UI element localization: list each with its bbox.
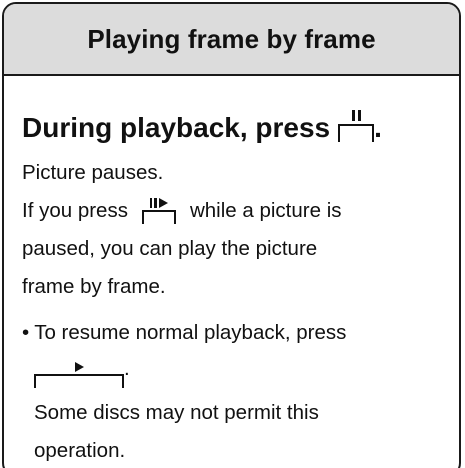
- button-outline: [141, 210, 176, 224]
- instruction-panel: Playing frame by frame During playback, …: [2, 2, 461, 468]
- button-outline: [34, 374, 124, 388]
- panel-title: Playing frame by frame: [87, 23, 376, 54]
- body-line-2-end: while a picture is: [189, 199, 342, 222]
- note-line-2: .: [22, 352, 459, 394]
- panel-content: During playback, press . Picture pauses.…: [4, 76, 459, 468]
- slow-forward-icon: [149, 197, 168, 209]
- pause-button-key: [338, 108, 375, 142]
- button-outline: [338, 124, 375, 142]
- play-icon: [74, 361, 84, 373]
- note-line-1: • To resume normal playback, press: [22, 314, 459, 352]
- step-instruction: During playback, press .: [22, 90, 459, 144]
- play-button-key: [34, 361, 124, 388]
- body-line-4: frame by frame.: [22, 275, 166, 298]
- body-text: Picture pauses. If you press while a pic…: [22, 154, 459, 468]
- note-line-3: Some discs may not permit this: [34, 401, 319, 424]
- note-bullet: •: [22, 321, 30, 344]
- panel-header: Playing frame by frame: [4, 4, 459, 76]
- step-period: .: [374, 112, 382, 143]
- body-line-2-start: If you press: [22, 199, 128, 222]
- note-text: To resume normal playback, press: [34, 321, 347, 344]
- pause-icon: [351, 108, 361, 122]
- slow-forward-button-key: [141, 197, 176, 224]
- body-line-1: Picture pauses.: [22, 161, 164, 184]
- body-line-2: If you press while a picture is: [22, 192, 459, 230]
- note-line-4: operation.: [34, 439, 126, 462]
- step-text: During playback, press: [22, 112, 331, 143]
- body-line-3: paused, you can play the picture: [22, 237, 318, 260]
- note-period: .: [124, 357, 130, 380]
